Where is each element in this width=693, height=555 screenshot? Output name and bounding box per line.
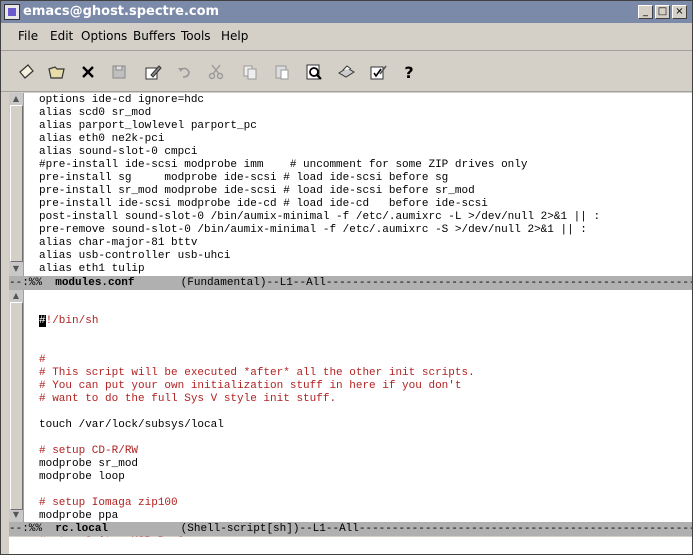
toolbar: ? bbox=[1, 51, 692, 92]
shebang-text: !/bin/sh bbox=[45, 315, 99, 327]
svg-text:?: ? bbox=[404, 63, 413, 82]
scroll-up-arrow-icon[interactable]: ▲ bbox=[10, 291, 22, 301]
comment-line: # want to do the full Sys V style init s… bbox=[39, 393, 337, 405]
menu-options[interactable]: Options bbox=[81, 29, 127, 43]
edit-pencil-icon[interactable] bbox=[141, 60, 165, 84]
help-question-icon[interactable]: ? bbox=[397, 60, 421, 84]
top-mode-line: --:%% modules.conf (Fundamental)--L1--Al… bbox=[9, 276, 692, 290]
comment-line: # bbox=[39, 354, 46, 366]
code-line: #pre-install ide-scsi modprobe imm # unc… bbox=[39, 159, 528, 171]
menu-edit[interactable]: Edit bbox=[50, 29, 73, 43]
mode-line-buffer-name: modules.conf bbox=[55, 277, 135, 289]
maximize-button[interactable]: □ bbox=[655, 5, 670, 19]
code-line: pre-remove sound-slot-0 /bin/aumix-minim… bbox=[39, 224, 587, 236]
code-line: alias usb-controller usb-uhci bbox=[39, 250, 231, 262]
menu-bar: File Edit Options Buffers Tools Help bbox=[1, 23, 692, 51]
new-file-icon[interactable] bbox=[14, 60, 38, 84]
code-line: pre-install ide-scsi modprobe ide-cd # l… bbox=[39, 198, 488, 210]
bottom-buffer-text[interactable]: #!/bin/sh # # This script will be execute… bbox=[39, 289, 475, 554]
search-magnifier-icon[interactable] bbox=[302, 60, 326, 84]
mode-line-prefix: --:%% bbox=[9, 277, 56, 289]
emacs-window: emacs@ghost.spectre.com _ □ × File Edit … bbox=[0, 0, 693, 555]
top-buffer-text[interactable]: options ide-cd ignore=hdc alias scd0 sr_m… bbox=[39, 94, 600, 276]
scroll-down-arrow-icon[interactable]: ▼ bbox=[10, 264, 22, 274]
comment-line: # This script will be executed *after* a… bbox=[39, 367, 475, 379]
minibuffer[interactable] bbox=[9, 537, 692, 554]
comment-line: # setup CD-R/RW bbox=[39, 445, 139, 457]
code-line: alias scd0 sr_mod bbox=[39, 107, 152, 119]
code-line: alias sound-slot-0 cmpci bbox=[39, 146, 198, 158]
app-icon[interactable] bbox=[4, 4, 20, 20]
preferences-icon[interactable] bbox=[366, 60, 390, 84]
comment-line: # You can put your own initialization st… bbox=[39, 380, 462, 392]
menu-file[interactable]: File bbox=[18, 29, 38, 43]
paste-icon[interactable] bbox=[270, 60, 294, 84]
code-line: alias parport_lowlevel parport_pc bbox=[39, 120, 257, 132]
undo-icon[interactable] bbox=[172, 60, 196, 84]
mode-line-status: (Shell-script[sh])--L1--All-------------… bbox=[108, 523, 692, 535]
scroll-up-arrow-icon[interactable]: ▲ bbox=[10, 94, 22, 104]
code-line: touch /var/lock/subsys/local bbox=[39, 419, 224, 431]
code-line: pre-install sg modprobe ide-scsi # load … bbox=[39, 172, 449, 184]
scroll-down-arrow-icon[interactable]: ▼ bbox=[10, 510, 22, 520]
bottom-mode-line: --:%% rc.local (Shell-script[sh])--L1--A… bbox=[9, 522, 692, 536]
comment-line: # setup Iomaga zip100 bbox=[39, 497, 178, 509]
open-folder-icon[interactable] bbox=[45, 60, 69, 84]
code-line: alias eth0 ne2k-pci bbox=[39, 133, 165, 145]
code-line: modprobe loop bbox=[39, 471, 125, 483]
copy-icon[interactable] bbox=[238, 60, 262, 84]
minimize-button[interactable]: _ bbox=[638, 5, 653, 19]
menu-buffers[interactable]: Buffers bbox=[133, 29, 176, 43]
print-icon[interactable] bbox=[334, 60, 358, 84]
close-button[interactable]: × bbox=[672, 5, 687, 19]
first-line: #!/bin/sh bbox=[39, 315, 475, 328]
top-scrollbar[interactable]: ▲ ▼ bbox=[9, 93, 24, 276]
cut-scissors-icon[interactable] bbox=[204, 60, 228, 84]
code-line: pre-install sr_mod modprobe ide-scsi # l… bbox=[39, 185, 475, 197]
menu-help[interactable]: Help bbox=[221, 29, 248, 43]
mode-line-buffer-name: rc.local bbox=[55, 523, 109, 535]
title-bar[interactable]: emacs@ghost.spectre.com _ □ × bbox=[1, 1, 692, 23]
text-cursor: # bbox=[39, 315, 46, 327]
mode-line-prefix: --:%% bbox=[9, 523, 56, 535]
code-line: alias char-major-81 bttv bbox=[39, 237, 198, 249]
code-line: options ide-cd ignore=hdc bbox=[39, 94, 205, 106]
bottom-scroll-thumb[interactable] bbox=[10, 302, 23, 510]
menu-tools[interactable]: Tools bbox=[181, 29, 211, 43]
close-x-icon[interactable] bbox=[76, 60, 100, 84]
bottom-scrollbar[interactable]: ▲ ▼ bbox=[9, 290, 24, 522]
code-line: alias eth1 tulip bbox=[39, 263, 145, 275]
window-title: emacs@ghost.spectre.com bbox=[23, 4, 220, 19]
top-scroll-thumb[interactable] bbox=[10, 105, 23, 262]
code-line: post-install sound-slot-0 /bin/aumix-min… bbox=[39, 211, 601, 223]
save-disk-icon[interactable] bbox=[107, 60, 131, 84]
mode-line-status: (Fundamental)--L1--All------------------… bbox=[134, 277, 692, 289]
code-line: modprobe sr_mod bbox=[39, 458, 139, 470]
